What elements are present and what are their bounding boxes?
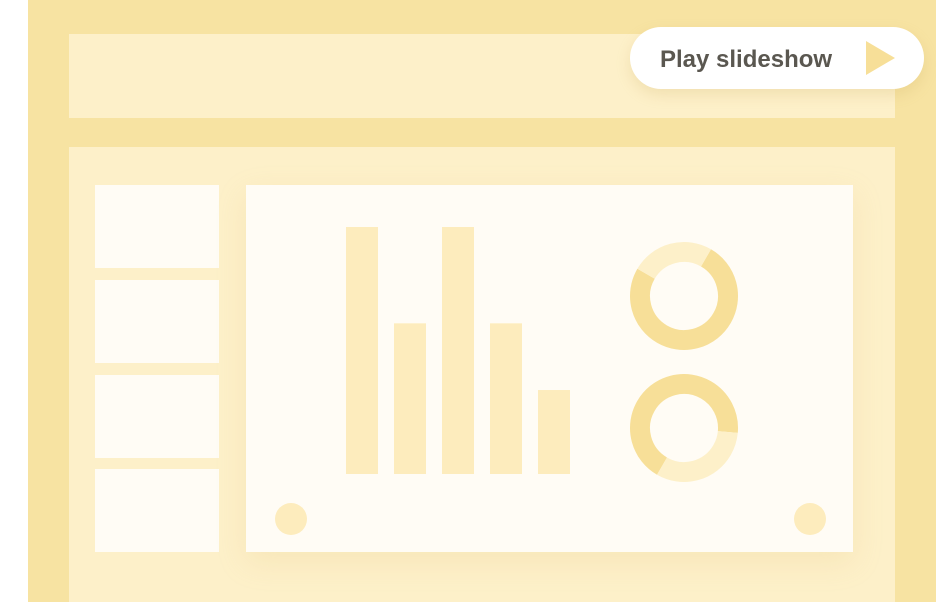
bar-3	[442, 227, 474, 474]
play-slideshow-label: Play slideshow	[660, 46, 833, 73]
slide-thumbnail-1[interactable]	[95, 185, 219, 268]
slide-thumbnail-4[interactable]	[95, 469, 219, 552]
play-icon	[866, 41, 895, 75]
slide-graphics	[346, 227, 738, 482]
donut-chart-1	[630, 242, 738, 350]
previous-slide-button[interactable]	[275, 503, 307, 535]
slide-thumbnail-3[interactable]	[95, 375, 219, 458]
play-slideshow-button[interactable]: Play slideshow	[630, 27, 924, 89]
bar-4	[490, 323, 522, 474]
bar-5	[538, 390, 570, 474]
next-slide-button[interactable]	[794, 503, 826, 535]
slide-thumbnail-2[interactable]	[95, 280, 219, 363]
donut-chart-2	[629, 374, 738, 482]
presentation-window: Play slideshow	[0, 0, 936, 602]
bar-1	[346, 227, 378, 474]
current-slide	[246, 185, 853, 552]
bar-2	[394, 323, 426, 474]
